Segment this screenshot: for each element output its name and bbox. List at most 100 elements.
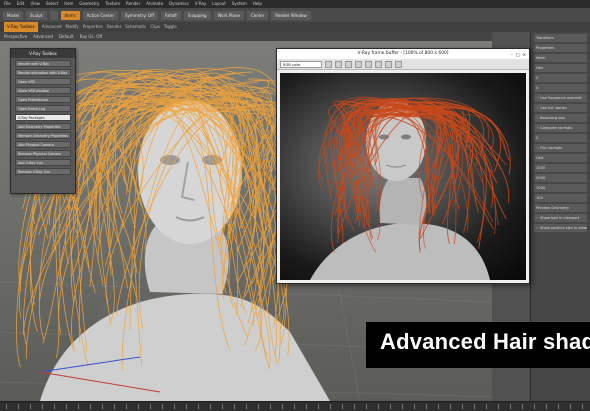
- channel-select[interactable]: RGB color: [280, 60, 322, 68]
- property-row[interactable]: 0: [534, 84, 587, 92]
- toolbar-button-center[interactable]: Center: [246, 10, 269, 20]
- blue-channel-icon[interactable]: [365, 60, 372, 68]
- timeline-tick: [498, 404, 499, 409]
- viewport-header-item[interactable]: Perspective: [4, 32, 27, 41]
- menu-item-select[interactable]: Select: [46, 0, 58, 8]
- timeline-tick: [438, 404, 439, 409]
- toolbox-button-open-preferences[interactable]: Open Preferences: [15, 96, 71, 103]
- toolbox-button-render-animation-with-v-ray[interactable]: Render animation with V-Ray: [15, 69, 71, 76]
- timeline-tick: [258, 404, 259, 409]
- timeline-tick: [582, 404, 583, 409]
- timeline[interactable]: [0, 401, 590, 411]
- viewport-header-item[interactable]: Default: [59, 32, 74, 41]
- tab-schematic[interactable]: Schematic: [125, 22, 146, 32]
- menu-item-layout[interactable]: Layout: [212, 0, 226, 8]
- tab-toggle[interactable]: Toggle: [164, 22, 177, 32]
- property-row[interactable]: 1000: [534, 184, 587, 192]
- timeline-tick: [414, 404, 415, 409]
- property-row[interactable]: Flip normals: [534, 144, 587, 152]
- timeline-tick: [114, 404, 115, 409]
- toolbar-button-blank[interactable]: [49, 10, 58, 20]
- menu-item-system[interactable]: System: [232, 0, 247, 8]
- timeline-tick: [426, 404, 427, 409]
- menu-item-render[interactable]: Render: [126, 0, 140, 8]
- property-row[interactable]: Show hair in viewport: [534, 214, 587, 222]
- menu-item-file[interactable]: File: [4, 0, 11, 8]
- property-row[interactable]: 1000: [534, 164, 587, 172]
- toolbar-button-action-center[interactable]: Action Center: [82, 10, 118, 20]
- viewport-header-item[interactable]: Advanced: [33, 32, 53, 41]
- property-row[interactable]: 100: [534, 194, 587, 202]
- timeline-tick: [510, 404, 511, 409]
- timeline-tick: [558, 404, 559, 409]
- menu-item-geometry[interactable]: Geometry: [79, 0, 99, 8]
- tab-modify[interactable]: Modify: [66, 22, 79, 32]
- property-row[interactable]: Hair: [534, 64, 587, 72]
- red-channel-icon[interactable]: [345, 60, 352, 68]
- property-row[interactable]: Preview Geometry: [534, 204, 587, 212]
- timeline-tick: [306, 404, 307, 409]
- toolbox-button-v-ray-packages[interactable]: V-Ray Packages: [15, 114, 71, 121]
- toolbar-button-symmetry-off[interactable]: Symmetry: Off: [120, 10, 158, 20]
- toolbox-button-remove-geometry-properties[interactable]: Remove Geometry Properties: [15, 132, 71, 139]
- menu-item-v-ray[interactable]: V-Ray: [195, 0, 206, 8]
- menu-item-help[interactable]: Help: [253, 0, 262, 8]
- toolbox-button-open-vfb[interactable]: Open VFB: [15, 78, 71, 85]
- tab-render[interactable]: Render: [107, 22, 121, 32]
- frame-buffer-title: V-Ray frame buffer - [100% of 800 x 600]…: [277, 49, 529, 59]
- property-row[interactable]: Use Sequence override: [534, 94, 587, 102]
- maximize-icon[interactable]: □: [516, 50, 520, 60]
- toolbar-button-work-plane[interactable]: Work Plane: [213, 10, 244, 20]
- property-row[interactable]: Transform: [534, 34, 587, 42]
- toolbox-button-render-with-v-ray[interactable]: Render with V-Ray: [15, 60, 71, 67]
- property-row[interactable]: Compute normals: [534, 124, 587, 132]
- tab-advanced[interactable]: Advanced: [42, 22, 62, 32]
- toolbox-button-open-event-log[interactable]: Open Event Log: [15, 105, 71, 112]
- toolbox-button-remove-physical-camera[interactable]: Remove Physical Camera: [15, 150, 71, 157]
- property-row[interactable]: Bounding box: [534, 114, 587, 122]
- tab-v-ray-toolbox[interactable]: V-Ray Toolbox: [4, 22, 38, 32]
- toolbox-button-remove-v-ray-sun[interactable]: Remove V-Ray Sun: [15, 168, 71, 175]
- green-channel-icon[interactable]: [355, 60, 362, 68]
- close-icon[interactable]: ✕: [523, 50, 526, 60]
- menu-item-texture[interactable]: Texture: [105, 0, 120, 8]
- menu-item-item[interactable]: Item: [64, 0, 73, 8]
- property-row[interactable]: Properties: [534, 44, 587, 52]
- toolbar-button-items[interactable]: Items: [60, 10, 80, 20]
- minimize-icon[interactable]: –: [511, 50, 513, 60]
- toolbox-button-add-v-ray-sun[interactable]: Add V-Ray Sun: [15, 159, 71, 166]
- region-render-icon[interactable]: [385, 60, 392, 68]
- property-row[interactable]: 0: [534, 134, 587, 142]
- toolbar-button-sculpt[interactable]: Sculpt: [26, 10, 47, 20]
- property-row[interactable]: Show particle size in viewport: [534, 224, 587, 232]
- timeline-tick: [318, 404, 319, 409]
- toolbox-button-add-geometry-properties[interactable]: Add Geometry Properties: [15, 123, 71, 130]
- toolbar-button-model[interactable]: Model: [3, 10, 24, 20]
- toolbox-button-add-physical-camera[interactable]: Add Physical Camera: [15, 141, 71, 148]
- menu-item-dynamics[interactable]: Dynamics: [169, 0, 189, 8]
- toolbar-button-snapping[interactable]: Snapping: [183, 10, 211, 20]
- save-icon[interactable]: [325, 60, 332, 68]
- toolbox-button-show-vfb-window[interactable]: Show VFB window: [15, 87, 71, 94]
- property-row[interactable]: Use full names: [534, 104, 587, 112]
- toolbar-button-render-window[interactable]: Render Window: [271, 10, 311, 20]
- render-icon[interactable]: [395, 60, 402, 68]
- property-row[interactable]: 0: [534, 74, 587, 82]
- alpha-channel-icon[interactable]: [375, 60, 382, 68]
- toolbar-button-falloff[interactable]: Falloff: [160, 10, 181, 20]
- tab-bar: V-Ray Toolbox Advanced Modify Properties Ren…: [0, 22, 590, 32]
- property-row[interactable]: 2000: [534, 174, 587, 182]
- menu-item-edit[interactable]: Edit: [17, 0, 25, 8]
- property-row[interactable]: Mesh: [534, 54, 587, 62]
- tab-clips[interactable]: Clips: [150, 22, 160, 32]
- render-output-image: [280, 73, 526, 280]
- menu-item-animate[interactable]: Animate: [146, 0, 163, 8]
- timeline-tick: [402, 404, 403, 409]
- timeline-tick: [54, 404, 55, 409]
- clear-icon[interactable]: [335, 60, 342, 68]
- property-row[interactable]: Unit: [534, 154, 587, 162]
- tab-properties[interactable]: Properties: [83, 22, 103, 32]
- viewport-header-item[interactable]: Ray GL: Off: [80, 32, 103, 41]
- main-toolbar: Model Sculpt Items Action Center Symmetry: O…: [0, 8, 590, 22]
- menu-item-view[interactable]: View: [30, 0, 40, 8]
